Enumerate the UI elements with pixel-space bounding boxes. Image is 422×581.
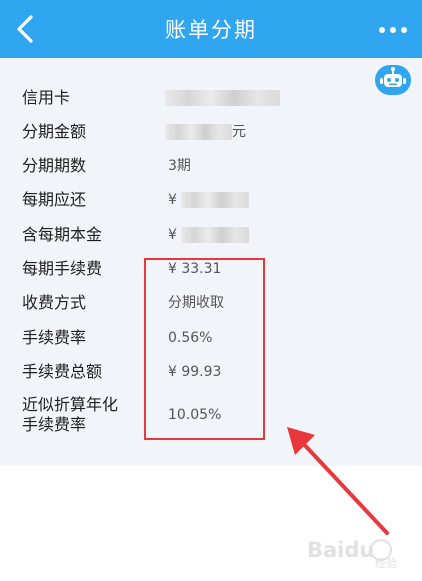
detail-label: 含每期本金 [22, 225, 103, 244]
detail-value: ¥ 99.93 [168, 364, 222, 380]
redacted-blur [165, 124, 232, 140]
detail-value: 3期 [168, 158, 191, 174]
nav-bar: 账单分期 [0, 0, 422, 58]
detail-value: ¥ [168, 226, 250, 244]
baidu-jingyan-watermark: Baidu 经验 [307, 538, 397, 570]
detail-label: 手续费率 [22, 415, 87, 434]
detail-label: 信用卡 [22, 88, 71, 107]
detail-label: 手续费率 [22, 328, 87, 347]
detail-label: 每期应还 [22, 190, 87, 209]
page-title: 账单分期 [165, 18, 257, 42]
detail-value: ¥ 33.31 [168, 261, 222, 277]
redacted-blur [181, 227, 250, 243]
detail-value: 分期收取 [168, 295, 224, 311]
detail-value: 10.05% [168, 407, 222, 423]
detail-label: 近似折算年化 [22, 395, 119, 414]
detail-label: 手续费总额 [22, 362, 103, 381]
redacted-blur [181, 192, 250, 208]
detail-value: 0.56% [168, 330, 213, 346]
currency-symbol: ¥ [168, 192, 177, 208]
detail-label: 每期手续费 [22, 259, 103, 278]
detail-label: 分期期数 [22, 156, 87, 175]
currency-unit: 元 [232, 124, 246, 140]
detail-value: ¥ [168, 191, 250, 209]
assistant-button[interactable] [375, 65, 411, 95]
more-dots-icon [379, 27, 407, 33]
watermark-brand: Baidu [307, 538, 374, 562]
detail-value: 元 [165, 123, 246, 141]
chevron-left-icon [17, 15, 33, 43]
redacted-blur [165, 90, 280, 106]
detail-label: 收费方式 [22, 293, 87, 312]
back-button[interactable] [10, 12, 44, 46]
more-button[interactable] [378, 20, 408, 40]
detail-label: 分期金额 [22, 122, 87, 141]
currency-symbol: ¥ [168, 227, 177, 243]
annotation-arrow [287, 427, 389, 535]
watermark-suffix: 经验 [375, 556, 397, 570]
detail-value-redacted [165, 89, 280, 107]
